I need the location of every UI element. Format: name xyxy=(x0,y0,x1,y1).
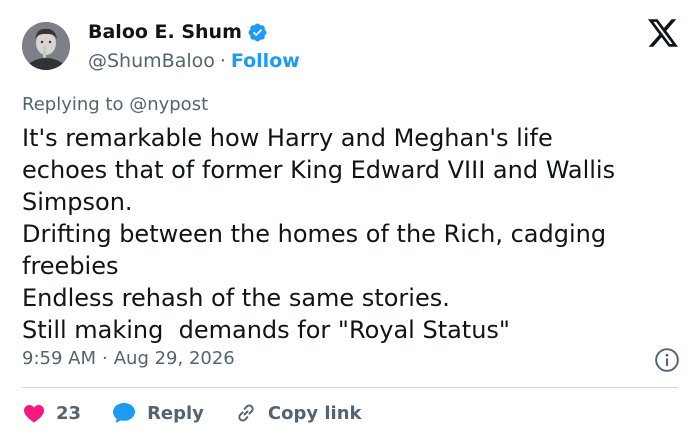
handle-row: @ShumBaloo · Follow xyxy=(88,48,300,74)
follow-button[interactable]: Follow xyxy=(231,50,300,72)
x-logo-icon[interactable] xyxy=(648,19,678,47)
tweet-line: It's remarkable how Harry and Meghan's l… xyxy=(22,124,553,152)
tweet-line: echoes that of former King Edward VIII a… xyxy=(22,156,616,184)
like-button[interactable]: 23 xyxy=(22,401,81,425)
user-handle[interactable]: @ShumBaloo xyxy=(88,50,215,72)
display-name[interactable]: Baloo E. Shum xyxy=(88,21,242,43)
copy-link-button[interactable]: Copy link xyxy=(234,401,362,425)
link-icon xyxy=(238,404,254,422)
avatar-image xyxy=(22,22,70,70)
reply-label: Reply xyxy=(147,402,204,424)
replying-to[interactable]: Replying to @nypost xyxy=(22,94,208,115)
tweet-line: Still making demands for "Royal Status" xyxy=(22,316,510,344)
author-block: Baloo E. Shum @ShumBaloo · Follow xyxy=(88,18,300,74)
heart-icon xyxy=(24,405,44,423)
tweet-line: freebies xyxy=(22,252,119,280)
name-row: Baloo E. Shum xyxy=(88,18,300,46)
copy-link-label: Copy link xyxy=(267,402,362,424)
timestamp-row[interactable]: 9:59 AM · Aug 29, 2026 xyxy=(22,348,235,369)
reply-bubble-icon xyxy=(113,403,136,423)
verified-badge-icon xyxy=(248,23,267,41)
avatar[interactable] xyxy=(22,22,70,70)
tweet-card: Baloo E. Shum @ShumBaloo · Follow Replyi… xyxy=(0,0,700,440)
divider xyxy=(22,387,678,388)
meta-separator: · xyxy=(102,348,108,369)
tweet-line: Endless rehash of the same stories. xyxy=(22,284,450,312)
info-icon[interactable] xyxy=(654,347,680,373)
like-count: 23 xyxy=(56,402,82,424)
tweet-time[interactable]: 9:59 AM xyxy=(22,348,96,369)
reply-button[interactable]: Reply xyxy=(111,401,204,425)
tweet-text: It's remarkable how Harry and Meghan's l… xyxy=(22,122,682,346)
action-bar: 23 Reply Copy link xyxy=(22,398,362,428)
tweet-line: Drifting between the homes of the Rich, … xyxy=(22,220,607,248)
handle-separator: · xyxy=(219,50,226,72)
tweet-date[interactable]: Aug 29, 2026 xyxy=(114,348,235,369)
tweet-line: Simpson. xyxy=(22,188,133,216)
